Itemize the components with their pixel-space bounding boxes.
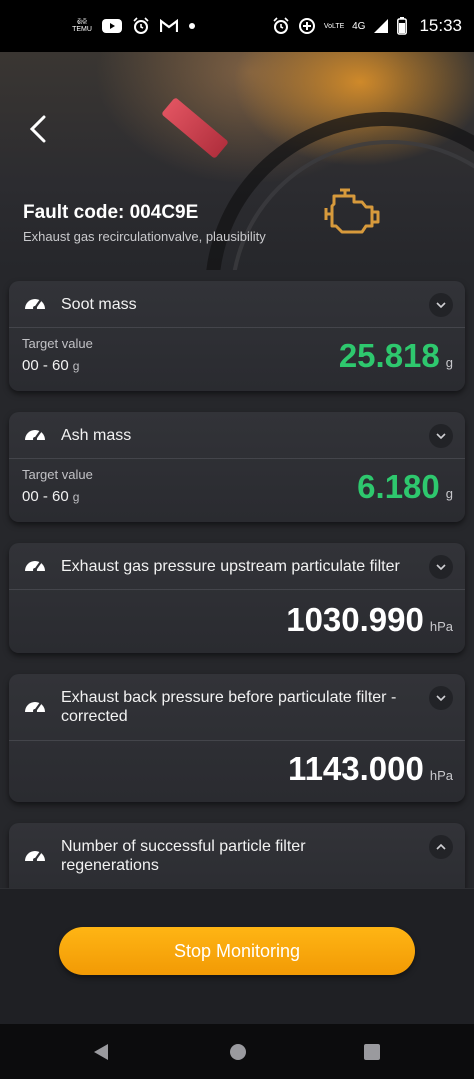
- chevron-left-icon: [29, 115, 46, 143]
- expand-button[interactable]: [429, 686, 453, 710]
- current-value: 1143.000 hPa: [288, 750, 453, 788]
- parameter-card-filter-regenerations[interactable]: Number of successful particle filter reg…: [9, 823, 465, 888]
- temu-icon: ଶିଳି TEMU: [72, 19, 92, 33]
- card-title: Ash mass: [61, 427, 132, 444]
- collapse-button[interactable]: [429, 835, 453, 859]
- parameter-card-ash-mass[interactable]: Ash mass Target value 00 - 60 g 6.180 g: [9, 412, 465, 522]
- current-value: 1030.990 hPa: [286, 601, 453, 639]
- back-triangle-icon[interactable]: [91, 1042, 111, 1062]
- network-type: 4G: [352, 20, 366, 32]
- parameter-list[interactable]: Soot mass Target value 00 - 60 g 25.818 g …: [0, 270, 474, 888]
- current-value: 6.180 g: [357, 468, 453, 506]
- alarm-icon: [132, 17, 150, 35]
- recents-square-icon[interactable]: [362, 1042, 382, 1062]
- card-title: Soot mass: [61, 296, 137, 313]
- data-saver-icon: [298, 17, 316, 35]
- parameter-card-soot-mass[interactable]: Soot mass Target value 00 - 60 g 25.818 g: [9, 281, 465, 391]
- chevron-down-icon: [436, 433, 446, 440]
- chevron-up-icon: [436, 843, 446, 850]
- check-engine-icon: [318, 176, 388, 251]
- divider: [9, 740, 465, 741]
- target-range: 00 - 60 g: [22, 357, 79, 374]
- back-button[interactable]: [22, 114, 52, 144]
- volte-icon: VoLTE: [323, 22, 345, 30]
- value-number: 1143.000: [288, 750, 424, 787]
- signal-icon: [373, 18, 389, 34]
- divider: [9, 327, 465, 328]
- parameter-card-exhaust-pressure-upstream[interactable]: Exhaust gas pressure upstream particulat…: [9, 543, 465, 653]
- clock: 15:33: [419, 16, 462, 35]
- home-circle-icon[interactable]: [228, 1042, 248, 1062]
- chevron-down-icon: [436, 564, 446, 571]
- target-range-value: 00 - 60: [22, 488, 69, 505]
- value-unit: hPa: [429, 619, 453, 634]
- fault-code-title: Fault code: 004C9E: [23, 202, 199, 223]
- chevron-down-icon: [436, 695, 446, 702]
- gauge-needle-decoration: [161, 97, 229, 159]
- stop-monitoring-button[interactable]: Stop Monitoring: [59, 927, 415, 975]
- alarm-icon: [272, 17, 290, 35]
- card-title: Number of successful particle filter reg…: [61, 838, 306, 874]
- system-navigation-bar: [0, 1024, 474, 1079]
- gauge-icon: [25, 430, 45, 441]
- target-unit: g: [72, 490, 80, 504]
- value-unit: g: [445, 355, 453, 370]
- fault-header: Fault code: 004C9E Exhaust gas recircula…: [0, 52, 474, 270]
- value-number: 25.818: [338, 337, 440, 374]
- youtube-icon: [102, 19, 122, 33]
- divider: [9, 458, 465, 459]
- bottom-action-bar: Stop Monitoring: [0, 888, 474, 1024]
- value-unit: hPa: [429, 768, 453, 783]
- card-title: Exhaust gas pressure upstream particulat…: [61, 558, 400, 575]
- expand-button[interactable]: [429, 555, 453, 579]
- target-label: Target value: [22, 336, 93, 351]
- gauge-icon: [25, 702, 45, 713]
- target-range: 00 - 60 g: [22, 488, 79, 505]
- divider: [9, 589, 465, 590]
- status-bar: ଶିଳି TEMU VoLTE 4G 15:33: [0, 0, 474, 52]
- current-value: 25.818 g: [339, 337, 453, 375]
- target-label: Target value: [22, 467, 93, 482]
- expand-button[interactable]: [429, 293, 453, 317]
- gmail-icon: [160, 19, 178, 33]
- card-title: Exhaust back pressure before particulate…: [61, 689, 397, 725]
- gauge-icon: [25, 299, 45, 310]
- expand-button[interactable]: [429, 424, 453, 448]
- value-number: 6.180: [357, 468, 440, 505]
- battery-icon: [397, 17, 408, 35]
- parameter-card-exhaust-back-pressure[interactable]: Exhaust back pressure before particulate…: [9, 674, 465, 802]
- gauge-icon: [25, 851, 45, 862]
- chevron-down-icon: [436, 302, 446, 309]
- gauge-icon: [25, 561, 45, 572]
- value-unit: g: [445, 486, 453, 501]
- dot-icon: [188, 22, 196, 30]
- target-unit: g: [72, 359, 80, 373]
- value-number: 1030.990: [286, 601, 424, 638]
- fault-description: Exhaust gas recirculationvalve, plausibi…: [23, 229, 266, 244]
- target-range-value: 00 - 60: [22, 357, 69, 374]
